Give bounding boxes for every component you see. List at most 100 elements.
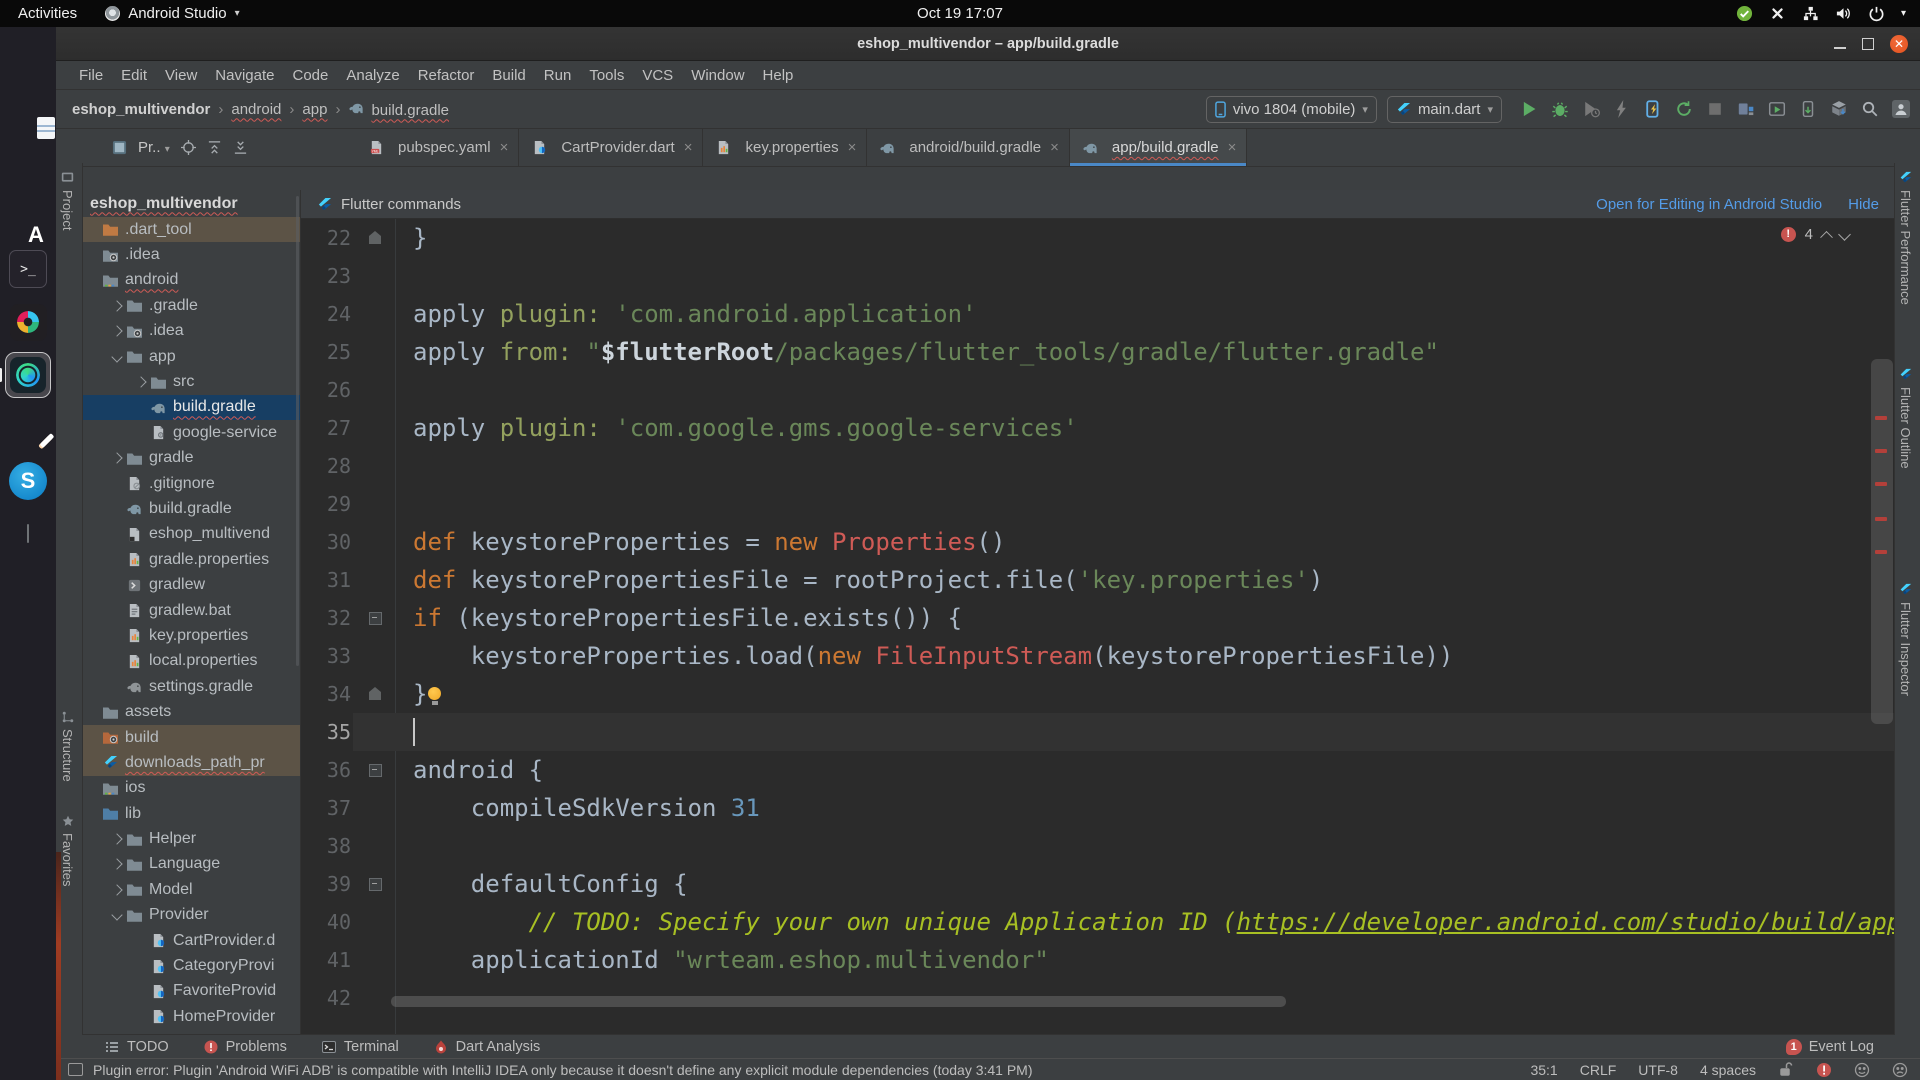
window-title-bar[interactable]: eshop_multivendor – app/build.gradle ✕: [56, 27, 1920, 61]
tree-item-android[interactable]: android: [82, 268, 300, 293]
code-line-26[interactable]: 26: [301, 371, 1895, 409]
clock[interactable]: Oct 19 17:07: [917, 5, 1003, 22]
open-for-editing-link[interactable]: Open for Editing in Android Studio: [1596, 196, 1822, 213]
fold-gutter[interactable]: [363, 865, 389, 903]
locate-icon[interactable]: [181, 140, 196, 155]
tree-item-.idea[interactable]: .idea: [82, 319, 300, 344]
volume-icon[interactable]: [1835, 5, 1852, 22]
horizontal-scrollbar[interactable]: [391, 996, 1286, 1007]
menu-edit[interactable]: Edit: [112, 64, 156, 87]
line-number[interactable]: 23: [301, 257, 363, 295]
tree-item-build.gradle[interactable]: build.gradle: [82, 496, 300, 521]
dock-item-ubuntu-software[interactable]: [6, 194, 50, 238]
fold-gutter[interactable]: [363, 219, 389, 257]
power-icon[interactable]: [1868, 5, 1885, 22]
tree-item-Model[interactable]: Model: [82, 877, 300, 902]
run-anything-icon[interactable]: [1768, 100, 1786, 118]
close-icon[interactable]: ×: [500, 139, 509, 156]
tab-android/build.gradle[interactable]: android/build.gradle×: [867, 129, 1070, 166]
avatar[interactable]: [1892, 100, 1910, 118]
line-number[interactable]: 36: [301, 751, 363, 789]
breadcrumb-build.gradle[interactable]: build.gradle: [348, 100, 449, 119]
tool-strip-flutter-performance[interactable]: Flutter Performance: [1898, 171, 1913, 305]
device-selector[interactable]: vivo 1804 (mobile)▾: [1206, 96, 1377, 123]
tree-item-HomeProvider[interactable]: HomeProvider: [82, 1004, 300, 1029]
tree-item-.gradle[interactable]: .gradle: [82, 293, 300, 318]
error-stripe-mark[interactable]: [1875, 482, 1887, 486]
tree-item-.gitignore[interactable]: .gitignore: [82, 471, 300, 496]
project-panel-header[interactable]: Pr.. ▾: [56, 129, 356, 166]
caret-down-icon[interactable]: ▾: [1901, 8, 1906, 19]
debug-button[interactable]: [1551, 100, 1569, 118]
tree-item-assets[interactable]: assets: [82, 699, 300, 724]
menu-code[interactable]: Code: [283, 64, 337, 87]
menu-tools[interactable]: Tools: [580, 64, 633, 87]
close-icon[interactable]: ×: [1050, 139, 1059, 156]
menu-refactor[interactable]: Refactor: [409, 64, 484, 87]
code-line-25[interactable]: 25apply from: "$flutterRoot/packages/flu…: [301, 333, 1895, 371]
intention-bulb-icon[interactable]: [428, 687, 441, 706]
maximize-button[interactable]: [1862, 38, 1874, 50]
menu-view[interactable]: View: [156, 64, 206, 87]
line-number[interactable]: 34: [301, 675, 363, 713]
tree-item-gradlew.bat[interactable]: gradlew.bat: [82, 598, 300, 623]
tree-item-ios[interactable]: ios: [82, 776, 300, 801]
slack-tray-icon[interactable]: [1769, 5, 1786, 22]
focused-app-menu[interactable]: Android Studio ▾: [105, 5, 239, 22]
flutter-attach-button[interactable]: [1613, 100, 1631, 118]
tree-item-gradlew[interactable]: gradlew: [82, 572, 300, 597]
code-line-38[interactable]: 38: [301, 827, 1895, 865]
error-stripe-mark[interactable]: [1875, 449, 1887, 453]
stop-button[interactable]: [1706, 100, 1724, 118]
run-config-selector[interactable]: main.dart▾: [1387, 96, 1502, 123]
line-number[interactable]: 32: [301, 599, 363, 637]
code-line-35[interactable]: 35: [301, 713, 1895, 751]
smiley-icon[interactable]: [1854, 1062, 1870, 1078]
breadcrumb-app[interactable]: app: [302, 101, 327, 118]
close-icon[interactable]: ×: [1228, 139, 1237, 156]
tree-item-build.gradle[interactable]: build.gradle: [82, 395, 300, 420]
line-number[interactable]: 40: [301, 903, 363, 941]
tool-strip-favorites[interactable]: Favorites: [60, 815, 75, 886]
run-button[interactable]: [1520, 100, 1538, 118]
code-line-32[interactable]: 32if (keystorePropertiesFile.exists()) {: [301, 599, 1895, 637]
search-everywhere-icon[interactable]: [1861, 100, 1879, 118]
tree-item-gradle.properties[interactable]: gradle.properties: [82, 547, 300, 572]
toolwindow-problems[interactable]: Problems: [203, 1039, 287, 1055]
tree-item-CartProvider.d[interactable]: CartProvider.d: [82, 928, 300, 953]
error-stripe-mark[interactable]: [1875, 517, 1887, 521]
tree-item-key.properties[interactable]: key.properties: [82, 623, 300, 648]
line-number[interactable]: 30: [301, 523, 363, 561]
device-file-explorer-icon[interactable]: [1799, 100, 1817, 118]
line-number[interactable]: 42: [301, 979, 363, 1017]
dock-item-android-studio[interactable]: [6, 353, 50, 397]
line-number[interactable]: 38: [301, 827, 363, 865]
code-line-29[interactable]: 29: [301, 485, 1895, 523]
menu-analyze[interactable]: Analyze: [337, 64, 408, 87]
tree-item-gradle[interactable]: gradle: [82, 446, 300, 471]
code-line-37[interactable]: 37 compileSdkVersion 31: [301, 789, 1895, 827]
line-number[interactable]: 33: [301, 637, 363, 675]
tree-item-eshop_multivend[interactable]: eshop_multivend: [82, 522, 300, 547]
attach-debugger-icon[interactable]: [1737, 100, 1755, 118]
breadcrumb-eshop_multivendor[interactable]: eshop_multivendor: [72, 101, 210, 118]
tree-item-settings.gradle[interactable]: settings.gradle: [82, 674, 300, 699]
tree-item-build[interactable]: build: [82, 725, 300, 750]
code-line-24[interactable]: 24apply plugin: 'com.android.application…: [301, 295, 1895, 333]
line-number[interactable]: 37: [301, 789, 363, 827]
tree-item-app[interactable]: app: [82, 344, 300, 369]
dock-item-slack[interactable]: [6, 300, 50, 344]
hot-restart-button[interactable]: [1675, 100, 1693, 118]
close-button[interactable]: ✕: [1890, 35, 1908, 53]
prev-error-icon[interactable]: [1820, 231, 1833, 244]
hide-link[interactable]: Hide: [1848, 196, 1879, 213]
tree-item-Language[interactable]: Language: [82, 852, 300, 877]
error-stripe-mark[interactable]: [1875, 550, 1887, 554]
dock-item-writer[interactable]: [6, 88, 50, 132]
tree-item-lib[interactable]: lib: [82, 801, 300, 826]
window-status-icon[interactable]: [68, 1063, 83, 1076]
tree-item-.dart_tool[interactable]: .dart_tool: [82, 217, 300, 242]
settings-filter-icon[interactable]: [233, 140, 248, 155]
dock-item-show-apps[interactable]: [6, 1036, 50, 1080]
code-line-27[interactable]: 27apply plugin: 'com.google.gms.google-s…: [301, 409, 1895, 447]
